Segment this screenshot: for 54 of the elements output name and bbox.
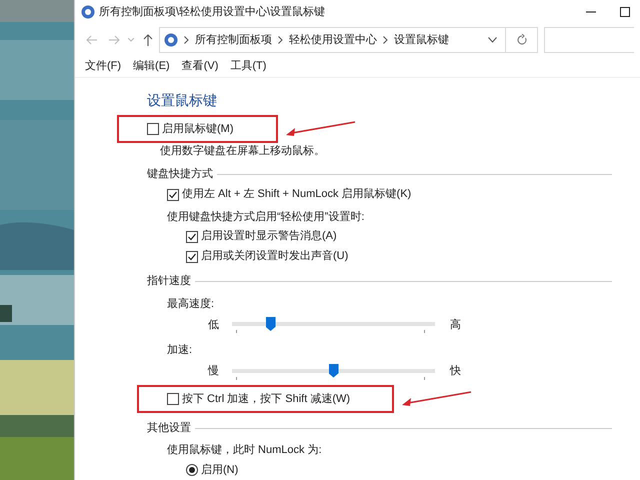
description-text: 使用数字键盘在屏幕上移动鼠标。	[160, 144, 326, 159]
option-label[interactable]: 启用鼠标键(M)	[162, 120, 234, 137]
group-label: 使用鼠标键，此时 NumLock 为:	[167, 443, 323, 458]
chevron-icon	[184, 36, 189, 44]
slider-min-label: 慢	[208, 364, 220, 380]
up-arrow-icon	[143, 34, 153, 46]
caret-icon	[128, 38, 134, 42]
control-panel-icon	[81, 5, 95, 19]
search-field[interactable]	[544, 26, 634, 53]
slider-thumb[interactable]	[328, 364, 338, 378]
option-label[interactable]: 启用或关闭设置时发出声音(U)	[201, 248, 348, 265]
checkbox[interactable]	[186, 230, 198, 242]
window-title: 所有控制面板项\轻松使用设置中心\设置鼠标键	[99, 4, 326, 20]
slider-label: 最高速度:	[167, 296, 216, 312]
slider-label: 加速:	[167, 343, 194, 358]
chevron-icon	[383, 36, 388, 44]
breadcrumb[interactable]: 设置鼠标键	[394, 32, 449, 48]
slider-max-label: 高	[450, 318, 461, 333]
checkbox[interactable]	[167, 188, 179, 200]
option-label[interactable]: 启用设置时显示警告消息(A)	[201, 228, 337, 245]
refresh-icon	[516, 34, 526, 46]
back-arrow-icon	[86, 34, 98, 45]
checkbox[interactable]	[167, 392, 179, 405]
group-label: 使用键盘快捷方式启用“轻松使用”设置时:	[167, 210, 366, 224]
section-title: 指针速度	[147, 274, 191, 290]
slider-min-label: 低	[208, 318, 220, 333]
option-label[interactable]: 按下 Ctrl 加速，按下 Shift 减速(W)	[182, 390, 350, 407]
slider-max-label: 快	[450, 364, 461, 380]
menu-item[interactable]: 编辑(E)	[127, 58, 176, 74]
menu-item[interactable]: 查看(V)	[176, 58, 224, 74]
option-label[interactable]: 启用(N)	[201, 462, 238, 478]
maximize-icon	[620, 7, 630, 17]
annotation-arrow	[402, 390, 472, 407]
checkbox[interactable]	[186, 250, 198, 262]
menu-item[interactable]: 文件(F)	[79, 58, 128, 74]
slider-thumb[interactable]	[266, 317, 276, 331]
menu-item[interactable]: 工具(T)	[224, 58, 272, 74]
address-bar[interactable]: 所有控制面板项 轻松使用设置中心 设置鼠标键	[159, 26, 506, 53]
dropdown-icon[interactable]	[488, 36, 497, 43]
slider-track[interactable]	[232, 317, 435, 333]
checkbox[interactable]	[147, 122, 159, 135]
forward-arrow-icon	[108, 34, 120, 45]
breadcrumb[interactable]: 轻松使用设置中心	[289, 32, 377, 48]
chevron-icon	[278, 36, 283, 44]
page-heading: 设置鼠标键	[147, 90, 218, 110]
refresh-button[interactable]	[506, 26, 538, 53]
annotation-arrow	[286, 120, 356, 137]
radio-button[interactable]	[186, 464, 198, 476]
control-panel-icon	[164, 32, 178, 47]
option-label[interactable]: 使用左 Alt + 左 Shift + NumLock 启用鼠标键(K)	[182, 186, 412, 203]
section-title: 其他设置	[147, 420, 191, 436]
slider-track[interactable]	[232, 364, 435, 380]
breadcrumb[interactable]: 所有控制面板项	[195, 32, 272, 48]
section-title: 键盘快捷方式	[147, 166, 213, 182]
